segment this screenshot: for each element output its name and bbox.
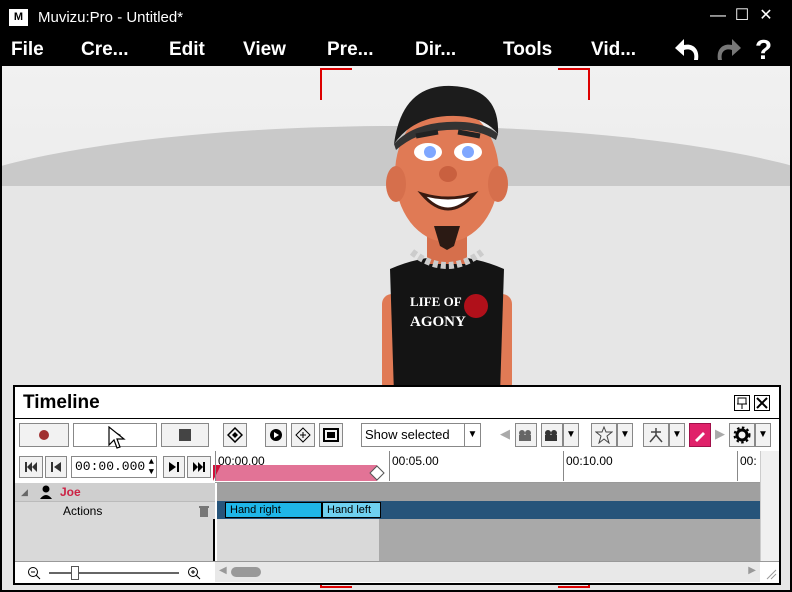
ruler-label-0: 00:00.00 — [218, 454, 265, 468]
menu-edit[interactable]: Edit — [169, 38, 205, 62]
previous-frame-icon[interactable] — [45, 456, 67, 478]
lane-actions: Hand right Hand left — [217, 501, 760, 519]
vertical-scrollbar[interactable] — [760, 451, 779, 561]
chevron-down-icon[interactable]: ▼ — [563, 423, 579, 447]
skip-end-icon[interactable] — [187, 456, 211, 478]
help-button[interactable]: ? — [755, 34, 772, 66]
menu-video[interactable]: Vid... — [591, 38, 636, 62]
scroll-left-icon[interactable]: ◀ — [219, 565, 227, 576]
previous-icon[interactable]: ◀ — [495, 423, 515, 447]
lane-character — [217, 483, 760, 501]
minimize-button[interactable]: — — [708, 6, 728, 26]
timeline-title: Timeline — [23, 392, 100, 413]
track-list: ◢ Joe Actions — [15, 483, 215, 561]
draw-icon[interactable] — [689, 423, 711, 447]
skip-start-icon[interactable] — [19, 456, 43, 478]
timeline-footer: ◀ ▶ — [15, 561, 779, 583]
actions-label: Actions — [63, 504, 103, 518]
character-name: Joe — [60, 485, 81, 499]
ruler-label-10: 00:10.00 — [566, 454, 613, 468]
timeline-panel: Timeline Show selected ▼ ◀ ▼ ▼ ▼ ▶ ▼ 00:… — [13, 385, 781, 585]
show-selected-label: Show selected — [365, 427, 450, 442]
window-title: Muvizu:Pro - Untitled* — [38, 9, 184, 26]
resize-grip-icon[interactable] — [765, 568, 777, 580]
zoom-out-icon[interactable] — [27, 566, 41, 580]
menu-bar: File Cre... Edit View Pre... Dir... Tool… — [0, 34, 792, 66]
transport-controls: 00:00.000 ▲ ▼ — [15, 451, 215, 483]
svg-text:LIFE OF: LIFE OF — [410, 294, 462, 309]
time-value: 00:00.000 — [75, 459, 146, 474]
maximize-button[interactable]: ☐ — [732, 6, 752, 26]
speed-icon[interactable] — [265, 423, 287, 447]
timeline-toolbar: Show selected ▼ ◀ ▼ ▼ ▼ ▶ ▼ — [15, 420, 779, 450]
rig-icon[interactable] — [643, 423, 669, 447]
trash-icon[interactable] — [199, 505, 209, 517]
menu-file[interactable]: File — [11, 38, 44, 62]
track-lanes[interactable]: Hand right Hand left — [217, 483, 760, 561]
zoom-in-icon[interactable] — [187, 566, 201, 580]
chevron-down-icon[interactable]: ▼ — [617, 423, 633, 447]
clip-hand-left[interactable]: Hand left — [322, 502, 381, 518]
menu-present[interactable]: Pre... — [327, 38, 373, 62]
character-camera-icon[interactable] — [515, 423, 537, 447]
ruler-label-5: 00:05.00 — [392, 454, 439, 468]
app-logo: M — [9, 9, 28, 26]
menu-create[interactable]: Cre... — [81, 38, 129, 62]
ruler-tick — [215, 451, 216, 481]
effects-icon[interactable] — [591, 423, 617, 447]
record-button[interactable] — [19, 423, 69, 447]
time-stepper-icon[interactable]: ▲ ▼ — [149, 457, 154, 477]
keyframe-icon[interactable] — [223, 423, 247, 447]
chevron-down-icon: ▼ — [464, 424, 480, 446]
horizontal-scrollbar[interactable]: ◀ ▶ — [215, 562, 760, 582]
time-ruler[interactable]: 00:00.00 00:05.00 00:10.00 00: — [213, 451, 760, 483]
menu-tools[interactable]: Tools — [503, 38, 552, 62]
zoom-slider-track[interactable] — [49, 572, 179, 574]
pin-icon[interactable] — [734, 395, 750, 411]
zoom-slider-thumb[interactable] — [71, 566, 79, 580]
range-end-marker[interactable] — [369, 465, 385, 481]
camera-frame-top-left — [320, 68, 352, 100]
person-icon — [40, 485, 52, 499]
next-frame-icon[interactable] — [163, 456, 185, 478]
expand-icon[interactable]: ◢ — [21, 483, 28, 501]
ruler-tick — [389, 451, 390, 481]
ruler-label-15: 00: — [740, 454, 757, 468]
scroll-thumb[interactable] — [231, 567, 261, 577]
clip-hand-right[interactable]: Hand right — [225, 502, 322, 518]
gear-icon[interactable] — [729, 423, 755, 447]
lane-active-range — [217, 519, 379, 561]
camera-view-icon[interactable] — [319, 423, 343, 447]
menu-view[interactable]: View — [243, 38, 286, 62]
scroll-right-icon[interactable]: ▶ — [748, 565, 756, 576]
ruler-tick — [737, 451, 738, 481]
close-icon[interactable] — [754, 395, 770, 411]
title-bar: M Muvizu:Pro - Untitled* — ☐ ✕ — [0, 0, 792, 34]
add-keyframe-icon[interactable] — [291, 423, 315, 447]
chevron-down-icon[interactable]: ▼ — [755, 423, 771, 447]
character-joe[interactable]: LIFE OF AGONY — [372, 74, 522, 394]
track-row-actions[interactable]: Actions — [15, 501, 215, 519]
group-camera-icon[interactable] — [541, 423, 563, 447]
chevron-down-icon[interactable]: ▼ — [669, 423, 685, 447]
time-field[interactable]: 00:00.000 ▲ ▼ — [71, 456, 157, 478]
mouse-cursor-icon — [108, 426, 126, 449]
timeline-header: Timeline — [15, 387, 779, 419]
show-selected-dropdown[interactable]: Show selected ▼ — [361, 423, 481, 447]
next-icon[interactable]: ▶ — [713, 423, 727, 447]
menu-direct[interactable]: Dir... — [415, 38, 456, 62]
camera-frame-top-right — [558, 68, 590, 100]
svg-text:AGONY: AGONY — [410, 314, 466, 330]
ruler-tick — [563, 451, 564, 481]
stop-button[interactable] — [161, 423, 209, 447]
track-row-character[interactable]: ◢ Joe — [15, 483, 215, 501]
close-window-button[interactable]: ✕ — [756, 6, 776, 26]
